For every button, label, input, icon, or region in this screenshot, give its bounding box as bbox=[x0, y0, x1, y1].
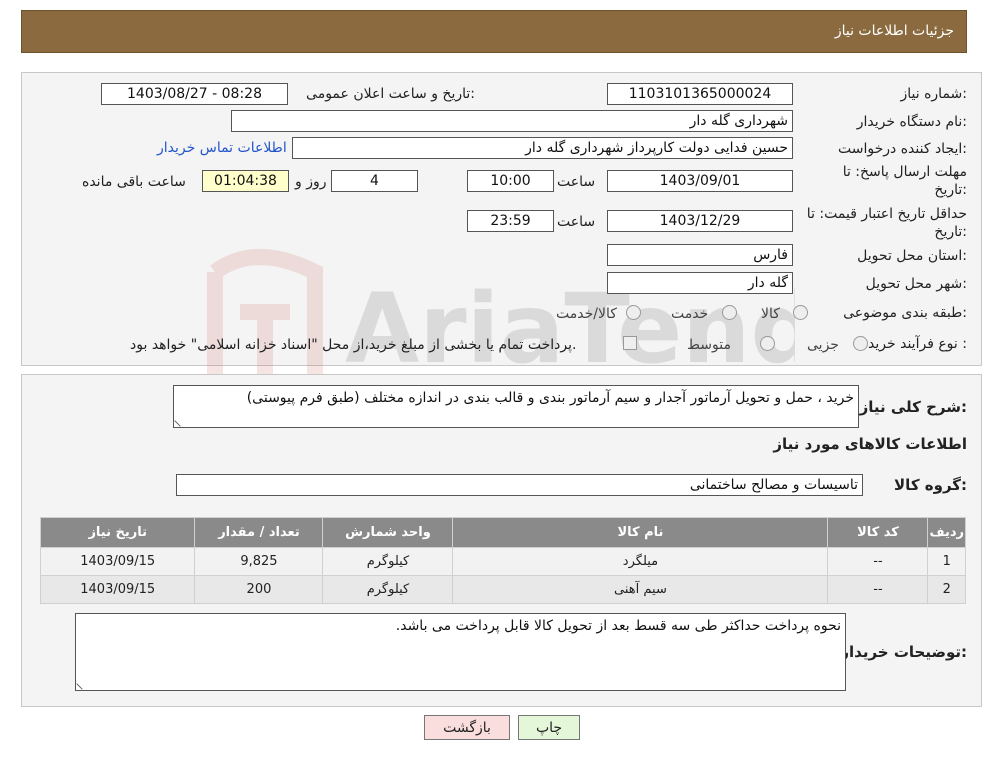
goods-group-label: گروه کالا: bbox=[894, 476, 967, 494]
need-number-label: شماره نیاز: bbox=[900, 86, 967, 102]
need-number-field: 1103101365000024 bbox=[607, 83, 793, 105]
remaining-time-field: 01:04:38 bbox=[202, 170, 289, 192]
creator-label: ایجاد کننده درخواست: bbox=[838, 141, 967, 157]
resize-handle-icon[interactable] bbox=[174, 415, 186, 427]
buyer-field: شهرداری گله دار bbox=[231, 110, 793, 132]
process-option-medium: متوسط bbox=[687, 337, 731, 353]
creator-field: حسین فدایی دولت کارپرداز شهرداری گله دار bbox=[292, 137, 793, 159]
process-radio-medium[interactable] bbox=[760, 336, 775, 351]
buyer-notes-text: نحوه پرداخت حداکثر طی سه قسط بعد از تحوی… bbox=[395, 618, 841, 634]
quantity: 200 bbox=[194, 575, 324, 604]
col-code-header: کد کالا bbox=[827, 517, 929, 548]
goods-code: -- bbox=[827, 575, 929, 604]
validity-label-2: تاریخ: bbox=[934, 224, 967, 240]
validity-time-field: 23:59 bbox=[467, 210, 554, 232]
summary-text: خرید ، حمل و تحویل آرماتور آجدار و سیم آ… bbox=[246, 390, 854, 406]
resize-handle-icon[interactable] bbox=[76, 678, 88, 690]
deadline-label: مهلت ارسال پاسخ: تا bbox=[842, 164, 967, 180]
announce-label: تاریخ و ساعت اعلان عمومی: bbox=[306, 86, 475, 102]
goods-group-field: تاسیسات و مصالح ساختمانی bbox=[176, 474, 863, 496]
quantity: 9,825 bbox=[194, 547, 324, 576]
goods-name: سیم آهنی bbox=[452, 575, 829, 604]
category-option-goods: کالا bbox=[761, 306, 780, 322]
goods-code: -- bbox=[827, 547, 929, 576]
province-field: فارس bbox=[607, 244, 793, 266]
goods-table: ردیف کد کالا نام کالا واحد شمارش تعداد /… bbox=[39, 517, 966, 604]
category-radio-service[interactable] bbox=[722, 305, 737, 320]
category-radio-goods-service[interactable] bbox=[626, 305, 641, 320]
page-title: جزئیات اطلاعات نیاز bbox=[834, 23, 954, 39]
process-radio-minor[interactable] bbox=[853, 336, 868, 351]
row-number: 1 bbox=[927, 547, 966, 576]
unit: کیلوگرم bbox=[322, 547, 454, 576]
summary-label: شرح کلی نیاز: bbox=[859, 398, 967, 416]
category-option-goods-service: کالا/خدمت bbox=[556, 306, 617, 322]
goods-name: میلگرد bbox=[452, 547, 829, 576]
validity-date-field: 1403/12/29 bbox=[607, 210, 793, 232]
table-row: 2 -- سیم آهنی کیلوگرم 200 1403/09/15 bbox=[39, 575, 966, 604]
print-button[interactable]: چاپ bbox=[518, 715, 580, 740]
buyer-notes-field: نحوه پرداخت حداکثر طی سه قسط بعد از تحوی… bbox=[75, 613, 846, 691]
back-button[interactable]: بازگشت bbox=[424, 715, 510, 740]
city-field: گله دار bbox=[607, 272, 793, 294]
summary-field: خرید ، حمل و تحویل آرماتور آجدار و سیم آ… bbox=[173, 385, 859, 428]
remaining-label: ساعت باقی مانده bbox=[82, 174, 186, 190]
col-qty-header: تعداد / مقدار bbox=[194, 517, 324, 548]
category-radio-goods[interactable] bbox=[793, 305, 808, 320]
deadline-label-2: تاریخ: bbox=[934, 182, 967, 198]
validity-label: حداقل تاریخ اعتبار قیمت: تا bbox=[806, 206, 967, 222]
col-name-header: نام کالا bbox=[452, 517, 829, 548]
province-label: استان محل تحویل: bbox=[857, 248, 967, 264]
announce-field: 1403/08/27 - 08:28 bbox=[101, 83, 288, 105]
need-date: 1403/09/15 bbox=[39, 575, 196, 604]
deadline-time-field: 10:00 bbox=[467, 170, 554, 192]
col-date-header: تاریخ نیاز bbox=[39, 517, 196, 548]
table-row: 1 -- میلگرد کیلوگرم 9,825 1403/09/15 bbox=[39, 547, 966, 576]
payment-note: پرداخت تمام یا بخشی از مبلغ خرید،از محل … bbox=[130, 337, 577, 353]
deadline-hour-label: ساعت bbox=[557, 174, 596, 190]
row-number: 2 bbox=[927, 575, 966, 604]
days-remaining-field: 4 bbox=[331, 170, 418, 192]
goods-info-title: اطلاعات کالاهای مورد نیاز bbox=[773, 435, 967, 453]
category-option-service: خدمت bbox=[671, 306, 709, 322]
deadline-date-field: 1403/09/01 bbox=[607, 170, 793, 192]
process-option-minor: جزیی bbox=[807, 337, 839, 353]
buyer-label: نام دستگاه خریدار: bbox=[856, 114, 967, 130]
table-header-row: ردیف کد کالا نام کالا واحد شمارش تعداد /… bbox=[39, 517, 966, 548]
buyer-notes-label: توضیحات خریدار: bbox=[840, 643, 967, 661]
city-label: شهر محل تحویل: bbox=[865, 276, 967, 292]
unit: کیلوگرم bbox=[322, 575, 454, 604]
category-label: طبقه بندی موضوعی: bbox=[843, 305, 967, 321]
days-label: روز و bbox=[295, 174, 327, 190]
buyer-contact-link[interactable]: اطلاعات تماس خریدار bbox=[157, 140, 287, 156]
treasury-checkbox[interactable] bbox=[623, 336, 637, 350]
page-header: جزئیات اطلاعات نیاز bbox=[21, 10, 967, 53]
need-date: 1403/09/15 bbox=[39, 547, 196, 576]
validity-hour-label: ساعت bbox=[557, 214, 596, 230]
col-unit-header: واحد شمارش bbox=[322, 517, 454, 548]
col-row-header: ردیف bbox=[927, 517, 966, 548]
process-label: نوع فرآیند خرید : bbox=[868, 336, 967, 352]
